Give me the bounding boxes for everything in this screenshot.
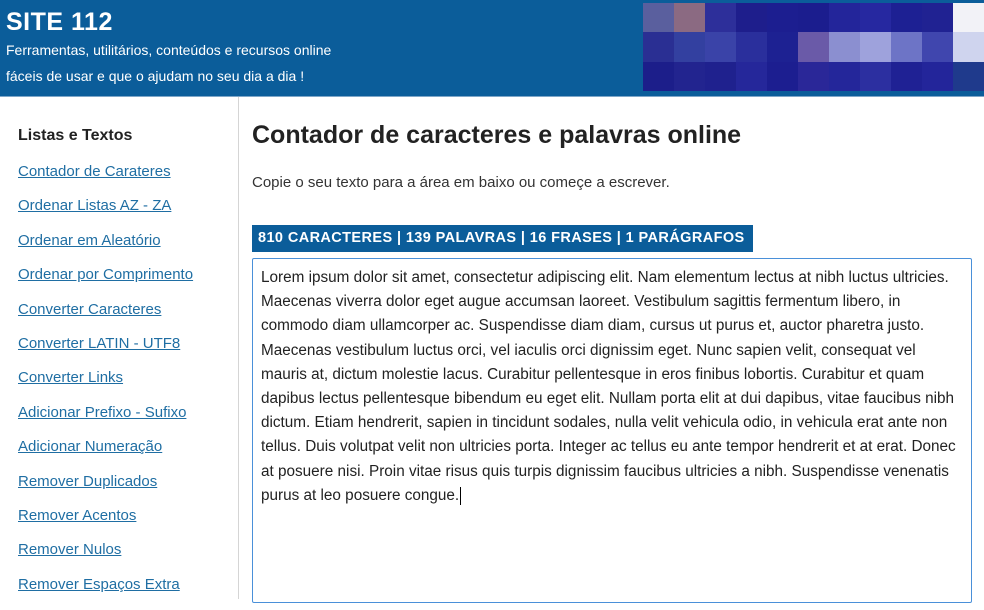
sidebar: Listas e Textos Contador de Carateres Or… <box>0 97 239 599</box>
sidebar-link-converter-caracteres[interactable]: Converter Caracteres <box>18 301 161 318</box>
sidebar-item: Converter Caracteres <box>18 301 193 335</box>
sidebar-link-ordenar-aleatorio[interactable]: Ordenar em Aleatório <box>18 232 161 249</box>
sidebar-item: Converter LATIN - UTF8 <box>18 335 193 369</box>
sidebar-item: Remover Acentos <box>18 507 193 541</box>
sidebar-link-remover-espacos-extra[interactable]: Remover Espaços Extra <box>18 576 180 593</box>
sidebar-heading: Listas e Textos <box>18 127 133 144</box>
sidebar-link-converter-latin-utf8[interactable]: Converter LATIN - UTF8 <box>18 335 180 352</box>
sidebar-link-remover-duplicados[interactable]: Remover Duplicados <box>18 473 157 490</box>
sidebar-item: Remover Nulos <box>18 541 193 575</box>
sidebar-link-converter-links[interactable]: Converter Links <box>18 369 123 386</box>
sidebar-link-adicionar-numeracao[interactable]: Adicionar Numeração <box>18 438 162 455</box>
sidebar-link-ordenar-listas[interactable]: Ordenar Listas AZ - ZA <box>18 197 171 214</box>
sidebar-list: Contador de Carateres Ordenar Listas AZ … <box>18 163 193 610</box>
sidebar-item: Ordenar em Aleatório <box>18 232 193 266</box>
sidebar-item: Ordenar Listas AZ - ZA <box>18 197 193 231</box>
header-banner-image <box>643 3 984 91</box>
sidebar-item: Contador de Carateres <box>18 163 193 197</box>
site-tagline-line-1: Ferramentas, utilitários, conteúdos e re… <box>6 42 332 58</box>
site-tagline-line-2: fáceis de usar e que o ajudam no seu dia… <box>6 68 305 84</box>
site-header: SITE 112 Ferramentas, utilitários, conte… <box>0 0 984 97</box>
text-input-area[interactable]: Lorem ipsum dolor sit amet, consectetur … <box>252 258 972 603</box>
sidebar-link-remover-nulos[interactable]: Remover Nulos <box>18 541 121 558</box>
sidebar-item: Adicionar Numeração <box>18 438 193 472</box>
sidebar-link-adicionar-prefixo-sufixo[interactable]: Adicionar Prefixo - Sufixo <box>18 404 186 421</box>
sidebar-item: Converter Links <box>18 369 193 403</box>
sidebar-item: Adicionar Prefixo - Sufixo <box>18 404 193 438</box>
site-title[interactable]: SITE 112 <box>6 8 113 37</box>
page-subtitle: Copie o seu texto para a área em baixo o… <box>252 174 670 191</box>
text-caret <box>460 486 462 505</box>
text-stats-bar: 810 CARACTERES | 139 PALAVRAS | 16 FRASE… <box>252 225 753 252</box>
sidebar-item: Remover Espaços Extra <box>18 576 193 610</box>
sidebar-link-remover-acentos[interactable]: Remover Acentos <box>18 507 136 524</box>
text-input-content: Lorem ipsum dolor sit amet, consectetur … <box>261 269 956 504</box>
sidebar-link-contador-de-carateres[interactable]: Contador de Carateres <box>18 163 171 180</box>
sidebar-item: Ordenar por Comprimento <box>18 266 193 300</box>
sidebar-link-ordenar-comprimento[interactable]: Ordenar por Comprimento <box>18 266 193 283</box>
sidebar-item: Remover Duplicados <box>18 473 193 507</box>
page-title: Contador de caracteres e palavras online <box>252 121 742 149</box>
